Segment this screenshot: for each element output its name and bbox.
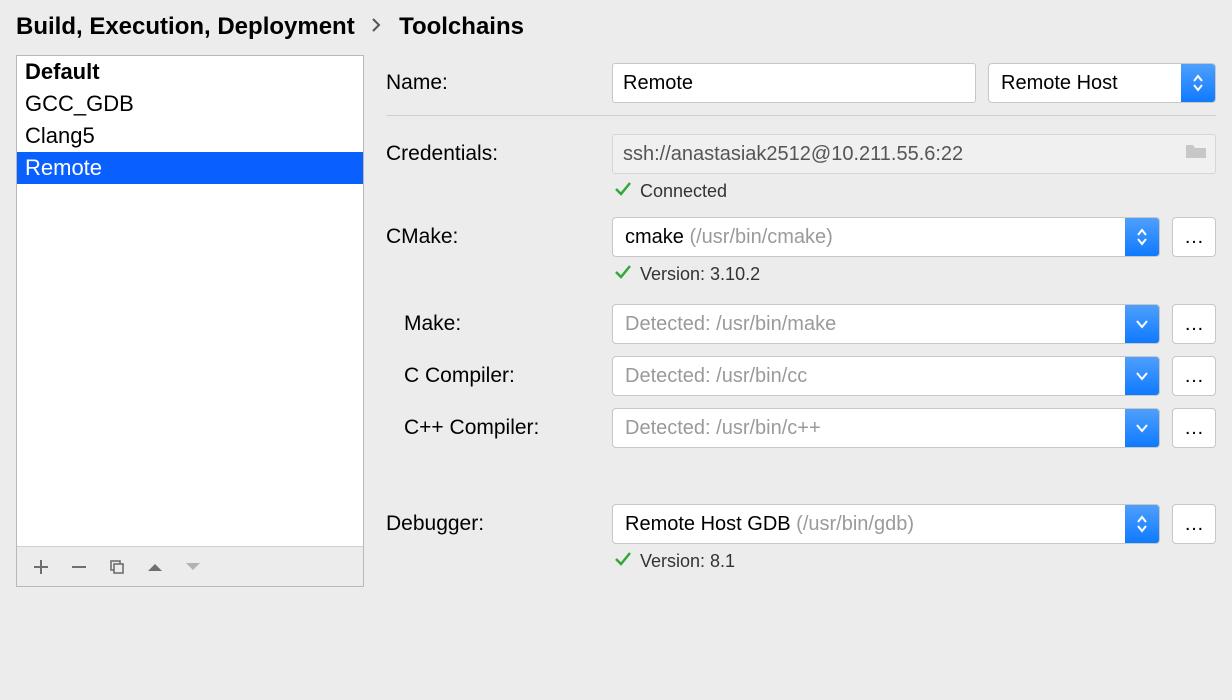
make-placeholder: Detected: /usr/bin/make [613, 313, 878, 336]
copy-button[interactable] [103, 553, 131, 581]
check-icon [614, 550, 632, 573]
list-item[interactable]: GCC_GDB [17, 88, 363, 120]
divider [386, 115, 1216, 116]
chevron-down-icon [1125, 305, 1159, 343]
debugger-text: Remote Host GDB [625, 513, 791, 535]
cmake-text: cmake [625, 226, 684, 248]
make-select[interactable]: Detected: /usr/bin/make [612, 304, 1160, 344]
list-toolbar [17, 546, 363, 586]
check-icon [614, 180, 632, 203]
updown-arrows-icon [1181, 64, 1215, 102]
credentials-value: ssh://anastasiak2512@10.211.55.6:22 [623, 143, 963, 166]
cxx-placeholder: Detected: /usr/bin/c++ [613, 417, 863, 440]
toolchain-form: Name: Remote Host Credentials: [386, 55, 1216, 587]
chevron-right-icon [371, 12, 382, 40]
breadcrumb-current: Toolchains [399, 13, 524, 40]
name-input[interactable] [612, 63, 976, 103]
add-button[interactable] [27, 553, 55, 581]
cc-label: C Compiler: [386, 364, 612, 388]
credentials-field[interactable]: ssh://anastasiak2512@10.211.55.6:22 [612, 134, 1216, 174]
breadcrumb: Build, Execution, Deployment Toolchains [16, 10, 1216, 55]
cmake-select[interactable]: cmake (/usr/bin/cmake) [612, 217, 1160, 257]
toolchain-list-panel: Default GCC_GDB Clang5 Remote [16, 55, 364, 587]
make-label: Make: [386, 312, 612, 336]
chevron-down-icon [1125, 409, 1159, 447]
name-label: Name: [386, 71, 612, 95]
cmake-browse-button[interactable]: … [1172, 217, 1216, 257]
credentials-label: Credentials: [386, 142, 612, 166]
credentials-status: Connected [614, 180, 1216, 203]
move-down-button[interactable] [179, 553, 207, 581]
debugger-label: Debugger: [386, 512, 612, 536]
chevron-down-icon [1125, 357, 1159, 395]
make-browse-button[interactable]: … [1172, 304, 1216, 344]
move-up-button[interactable] [141, 553, 169, 581]
cmake-status-text: Version: 3.10.2 [640, 264, 760, 285]
cmake-status: Version: 3.10.2 [614, 263, 1216, 286]
cc-placeholder: Detected: /usr/bin/cc [613, 365, 849, 388]
folder-icon[interactable] [1185, 142, 1207, 166]
updown-arrows-icon [1125, 505, 1159, 543]
toolchain-list[interactable]: Default GCC_GDB Clang5 Remote [17, 56, 363, 546]
mode-select[interactable]: Remote Host [988, 63, 1216, 103]
debugger-status: Version: 8.1 [614, 550, 1216, 573]
cmake-label: CMake: [386, 225, 612, 249]
debugger-browse-button[interactable]: … [1172, 504, 1216, 544]
cxx-label: C++ Compiler: [386, 416, 612, 440]
cc-select[interactable]: Detected: /usr/bin/cc [612, 356, 1160, 396]
updown-arrows-icon [1125, 218, 1159, 256]
cxx-browse-button[interactable]: … [1172, 408, 1216, 448]
breadcrumb-parent[interactable]: Build, Execution, Deployment [16, 13, 355, 40]
cmake-hint: (/usr/bin/cmake) [689, 226, 832, 248]
list-item[interactable]: Clang5 [17, 120, 363, 152]
list-item[interactable]: Default [17, 56, 363, 88]
debugger-status-text: Version: 8.1 [640, 551, 735, 572]
remove-button[interactable] [65, 553, 93, 581]
credentials-status-text: Connected [640, 181, 727, 202]
mode-value: Remote Host [989, 72, 1160, 95]
check-icon [614, 263, 632, 286]
list-item[interactable]: Remote [17, 152, 363, 184]
debugger-select[interactable]: Remote Host GDB (/usr/bin/gdb) [612, 504, 1160, 544]
debugger-hint: (/usr/bin/gdb) [796, 513, 914, 535]
cxx-select[interactable]: Detected: /usr/bin/c++ [612, 408, 1160, 448]
cc-browse-button[interactable]: … [1172, 356, 1216, 396]
